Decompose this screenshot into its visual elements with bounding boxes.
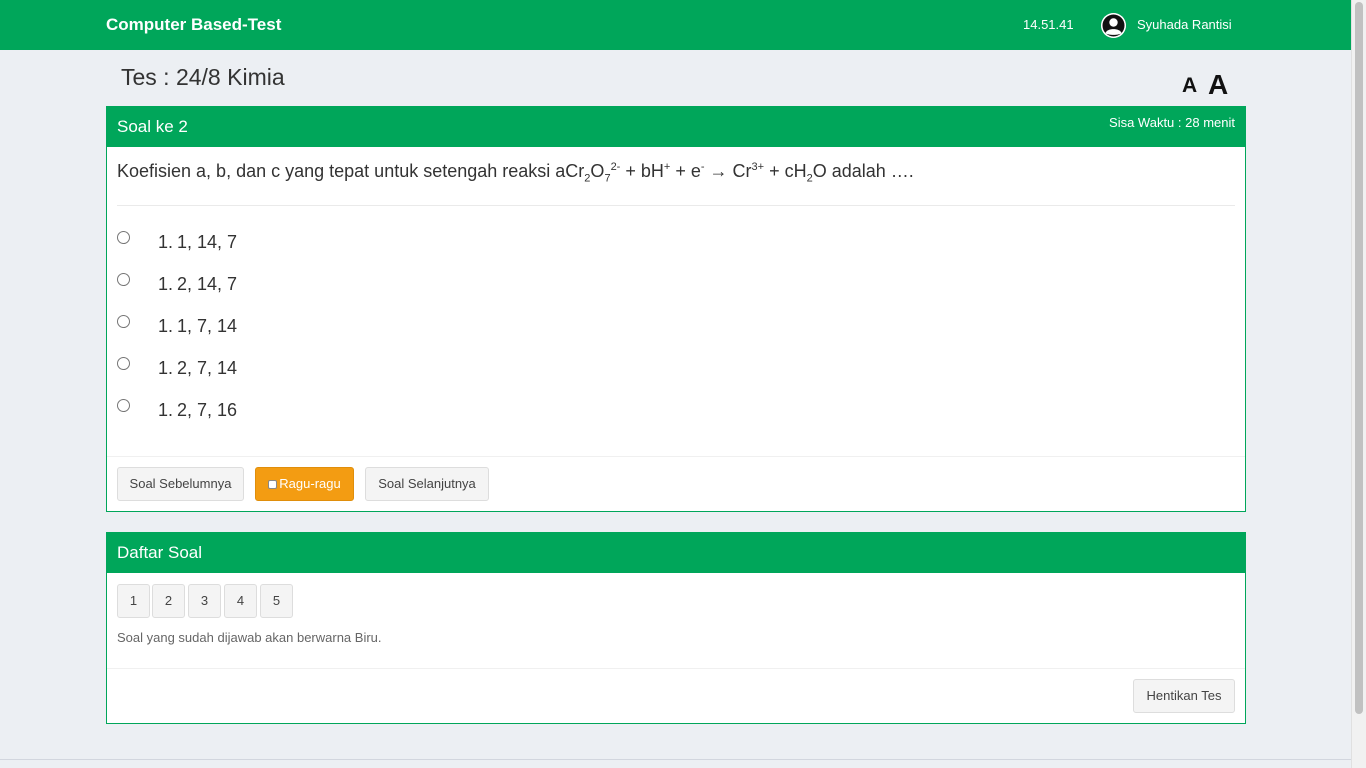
question-number-button-5[interactable]: 5: [260, 584, 293, 618]
answer-radio[interactable]: [117, 231, 130, 244]
option-number: 1.: [158, 316, 174, 336]
doubt-label: Ragu-ragu: [279, 476, 341, 491]
answered-color-note: Soal yang sudah dijawab akan berwarna Bi…: [117, 630, 382, 645]
brand-title[interactable]: Computer Based-Test: [106, 15, 281, 35]
answer-option[interactable]: 1. 2, 7, 14: [117, 357, 517, 383]
answer-option[interactable]: 1. 1, 14, 7: [117, 231, 517, 257]
clock: 14.51.41: [1023, 17, 1074, 32]
font-increase-button[interactable]: A: [1208, 69, 1228, 101]
page-scrollbar[interactable]: [1351, 0, 1366, 768]
answer-radio[interactable]: [117, 315, 130, 328]
page-title: Tes : 24/8 Kimia: [121, 64, 285, 90]
option-number: 1.: [158, 358, 174, 378]
next-question-button[interactable]: Soal Selanjutnya: [365, 467, 489, 501]
top-navbar: Computer Based-Test 14.51.41 Syuhada Ran…: [0, 0, 1351, 50]
question-number-button-2[interactable]: 2: [152, 584, 185, 618]
question-list-panel: Daftar Soal 1 2 3 4 5 Soal yang sudah di…: [106, 532, 1246, 724]
answer-radio[interactable]: [117, 273, 130, 286]
question-text: Koefisien a, b, dan c yang tepat untuk s…: [117, 161, 914, 185]
answer-radio[interactable]: [117, 357, 130, 370]
remaining-time: Sisa Waktu : 28 menit: [1109, 115, 1235, 130]
username[interactable]: Syuhada Rantisi: [1137, 17, 1232, 32]
question-panel-header: Soal ke 2 Sisa Waktu : 28 menit: [107, 107, 1245, 147]
option-text[interactable]: 1, 7, 14: [177, 316, 237, 337]
answer-radio[interactable]: [117, 399, 130, 412]
previous-question-button[interactable]: Soal Sebelumnya: [117, 467, 244, 501]
question-list-title: Daftar Soal: [117, 543, 203, 562]
answer-option[interactable]: 1. 1, 7, 14: [117, 315, 517, 341]
question-panel: Soal ke 2 Sisa Waktu : 28 menit Koefisie…: [106, 106, 1246, 512]
scrollbar-thumb[interactable]: [1355, 2, 1363, 714]
question-number-title: Soal ke 2: [117, 117, 188, 136]
option-text[interactable]: 1, 14, 7: [177, 232, 237, 253]
question-list-header: Daftar Soal: [107, 533, 1245, 573]
option-number: 1.: [158, 232, 174, 252]
answer-option[interactable]: 1. 2, 14, 7: [117, 273, 517, 299]
font-decrease-button[interactable]: A: [1182, 74, 1197, 98]
answer-option[interactable]: 1. 2, 7, 16: [117, 399, 517, 425]
question-number-button-1[interactable]: 1: [117, 584, 150, 618]
doubt-checkbox[interactable]: [268, 480, 278, 489]
option-text[interactable]: 2, 7, 16: [177, 400, 237, 421]
option-text[interactable]: 2, 7, 14: [177, 358, 237, 379]
bottom-divider: [0, 759, 1351, 760]
question-number-button-3[interactable]: 3: [188, 584, 221, 618]
stop-test-button[interactable]: Hentikan Tes: [1133, 679, 1235, 713]
option-number: 1.: [158, 274, 174, 294]
user-avatar-icon[interactable]: [1101, 13, 1126, 38]
question-number-button-4[interactable]: 4: [224, 584, 257, 618]
question-divider: [117, 205, 1235, 206]
list-footer-divider: [107, 668, 1245, 669]
question-footer-divider: [107, 456, 1245, 457]
doubt-toggle-button[interactable]: Ragu-ragu: [255, 467, 354, 501]
option-text[interactable]: 2, 14, 7: [177, 274, 237, 295]
option-number: 1.: [158, 400, 174, 420]
